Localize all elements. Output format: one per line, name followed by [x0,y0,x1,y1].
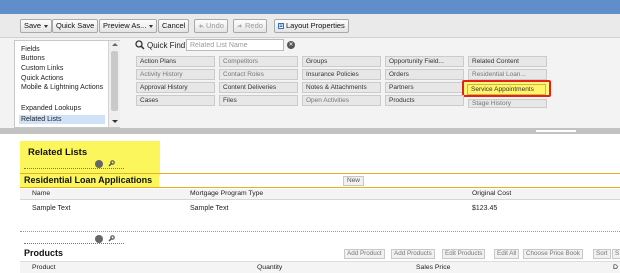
palette-item[interactable]: Competitors [219,56,298,67]
residential-table-header: Name Mortgage Program Type Original Cost [20,189,620,200]
column-header: Original Cost [472,190,512,197]
undo-label: Undo [206,21,224,30]
divider-grip[interactable] [536,130,576,132]
palette-item[interactable]: Activity History [136,69,215,80]
highlight-box-service-appointments: Service Appointments [462,80,551,97]
quick-save-button[interactable]: Quick Save [52,19,99,33]
redo-icon [237,24,242,28]
category-scrollbar[interactable] [108,41,120,127]
palette-item[interactable]: Contact Roles [219,69,298,80]
residential-loan-title: Residential Loan Applications [24,175,153,185]
palette-item[interactable]: Opportunity Field... [385,56,464,67]
palette-item[interactable]: Stage History [468,99,547,108]
column-header: D [613,264,618,271]
save-button[interactable]: Save [20,19,53,33]
add-products-button[interactable]: Add Products [391,249,435,259]
quick-find-label: Quick Find [147,41,186,50]
palette-category-list: Fields Buttons Custom Links Quick Action… [14,40,120,128]
wrench-icon[interactable] [107,235,115,243]
layout-properties-button[interactable]: Layout Properties [274,19,349,33]
category-fields[interactable]: Fields [21,45,40,54]
palette-item-service-appointments[interactable]: Service Appointments [467,84,546,95]
remove-icon[interactable] [95,160,103,168]
palette-item[interactable]: Residential Loan... [468,69,547,80]
table-cell: $123.45 [472,205,498,212]
category-expanded-lookups[interactable]: Expanded Lookups [21,104,81,113]
related-lists-section-title: Related Lists [28,147,88,158]
palette-item[interactable]: Partners [385,82,464,93]
layout-editor-toolbar: Save Quick Save Preview As... Cancel Und… [0,14,620,38]
table-cell: Sample Text [32,205,71,212]
new-button[interactable]: New [343,176,365,186]
chevron-down-icon [44,24,49,28]
scroll-down-icon[interactable] [112,120,118,123]
section-separator [20,231,620,232]
wrench-icon[interactable] [107,160,115,168]
palette-item[interactable]: Products [385,95,464,106]
products-title: Products [24,248,64,258]
palette-item[interactable]: Notes & Attachments [302,82,381,93]
preview-as-button[interactable]: Preview As... [99,19,158,33]
quick-find-input[interactable] [186,39,284,51]
clear-search-icon[interactable]: ✕ [287,41,295,49]
column-header: Product [32,264,56,271]
sort-button[interactable]: Sort [593,249,611,259]
column-header: Sales Price [416,264,451,271]
chevron-down-icon [149,24,154,28]
palette-item[interactable]: Groups [302,56,381,67]
products-table-header: Product Quantity Sales Price D [20,261,620,273]
category-mobile-lightning-actions[interactable]: Mobile & Lightning Actions [21,84,105,92]
window-top-strip [0,0,620,14]
scroll-up-icon[interactable] [112,43,118,46]
palette-item[interactable]: Insurance Policies [302,69,381,80]
preview-as-label: Preview As... [103,21,147,30]
section-rule [20,187,620,188]
edit-products-button[interactable]: Edit Products [442,249,486,259]
search-icon [135,40,145,50]
palette-item[interactable]: Content Deliveries [219,82,298,93]
layout-properties-label: Layout Properties [286,21,345,30]
remove-icon[interactable] [95,235,103,243]
palette-item[interactable]: Open Activities [302,95,381,106]
column-header: Name [32,190,51,197]
palette-item[interactable]: Files [219,95,298,106]
cancel-button[interactable]: Cancel [158,19,190,33]
column-header: Quantity [257,264,283,271]
edit-all-button[interactable]: Edit All [494,249,520,259]
section-tools [24,160,124,169]
save-button-label: Save [24,21,42,30]
overflow-button[interactable]: S [612,249,620,259]
category-custom-links[interactable]: Custom Links [21,64,63,73]
section-rule [20,173,620,174]
palette-item[interactable]: Orders [385,69,464,80]
scroll-thumb[interactable] [111,51,118,111]
redo-button[interactable]: Redo [233,19,267,33]
add-product-button[interactable]: Add Product [344,249,385,259]
undo-icon [199,24,204,28]
column-header: Mortgage Program Type [190,190,264,197]
palette-item[interactable]: Cases [136,95,215,106]
layout-properties-icon [278,23,284,29]
palette-item[interactable]: Action Plans [136,56,215,67]
palette-item[interactable]: Approval History [136,82,215,93]
palette-item[interactable]: Related Content [468,56,547,67]
table-cell: Sample Text [190,205,229,212]
category-quick-actions[interactable]: Quick Actions [21,74,63,83]
products-section-tools [24,235,124,244]
category-buttons[interactable]: Buttons [21,54,45,63]
choose-price-book-button[interactable]: Choose Price Book [523,249,583,259]
category-related-lists[interactable]: Related Lists [19,115,105,124]
redo-label: Redo [245,21,263,30]
undo-button[interactable]: Undo [194,19,228,33]
